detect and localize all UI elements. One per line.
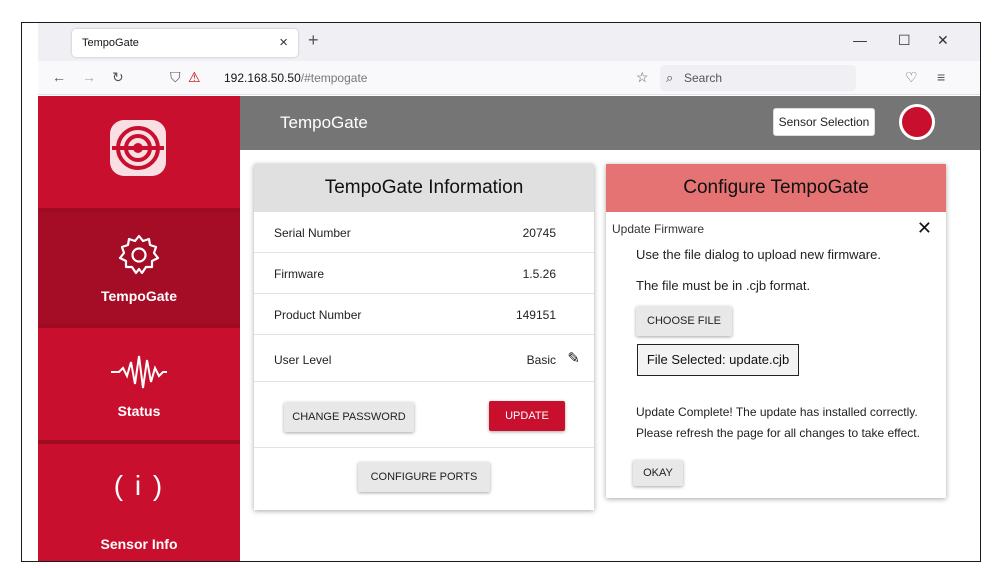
sidebar-item-label: Status — [117, 403, 161, 419]
info-key: Firmware — [274, 267, 324, 281]
logo-icon — [110, 120, 166, 176]
info-row: Product Number 149151 — [254, 294, 594, 335]
refresh-message: Please refresh the page for all changes … — [636, 426, 920, 440]
config-card-title: Configure TempoGate — [606, 164, 946, 212]
section-title: Update Firmware — [612, 222, 705, 236]
change-password-button[interactable]: CHANGE PASSWORD — [284, 402, 414, 432]
forward-icon[interactable]: → — [82, 69, 96, 85]
nav-bar: ← → ↻ ⛉ ⚠ 192.168.50.50/#tempogate ☆ ⌕ S… — [38, 61, 980, 95]
sidebar-item-sensor-info[interactable]: ( i ) Sensor Info — [38, 444, 240, 561]
info-key: Serial Number — [274, 226, 351, 240]
okay-button[interactable]: OKAY — [633, 460, 683, 486]
choose-file-button[interactable]: CHOOSE FILE — [636, 306, 732, 336]
search-icon: ⌕ — [666, 70, 674, 85]
close-icon[interactable]: ✕ — [917, 218, 932, 239]
edit-pencil-icon[interactable]: ✎ — [567, 349, 580, 367]
configure-ports-button[interactable]: CONFIGURE PORTS — [358, 462, 490, 492]
info-key: Product Number — [274, 308, 362, 322]
sensor-selection-button[interactable]: Sensor Selection — [773, 108, 875, 136]
info-row: User Level Basic ✎ — [254, 335, 594, 382]
info-value: 20745 — [522, 226, 556, 240]
minimize-icon[interactable]: — — [853, 32, 867, 48]
browser-tab[interactable]: TempoGate × — [72, 29, 298, 57]
search-input[interactable]: ⌕ Search — [660, 65, 856, 91]
url-path: /#tempogate — [300, 71, 368, 85]
info-row: Firmware 1.5.26 — [254, 253, 594, 294]
sidebar-item-label: TempoGate — [101, 288, 177, 304]
tab-bar: TempoGate × + — ☐ ✕ — [38, 23, 980, 61]
search-placeholder: Search — [684, 71, 723, 85]
insecure-lock-icon[interactable]: ⚠ — [188, 69, 201, 86]
info-icon: ( i ) — [113, 470, 165, 501]
close-tab-icon[interactable]: × — [279, 34, 288, 51]
info-row: Serial Number 20745 — [254, 212, 594, 253]
page-title: TempoGate — [280, 113, 368, 132]
waveform-icon — [111, 355, 167, 389]
maximize-icon[interactable]: ☐ — [898, 32, 911, 49]
close-window-icon[interactable]: ✕ — [937, 32, 949, 49]
sidebar-item-label: Sensor Info — [100, 536, 178, 552]
app-area: TempoGate Status ( i ) Sensor Info Tempo… — [38, 96, 980, 561]
status-indicator[interactable] — [899, 104, 935, 140]
sidebar-item-logo[interactable] — [38, 96, 240, 208]
sidebar-item-tempogate[interactable]: TempoGate — [38, 212, 240, 324]
info-card-title: TempoGate Information — [254, 164, 594, 212]
complete-message: Update Complete! The update has installe… — [636, 405, 918, 419]
format-note: The file must be in .cjb format. — [636, 278, 811, 293]
reload-icon[interactable]: ↻ — [112, 69, 124, 86]
app-header: TempoGate Sensor Selection — [240, 96, 980, 150]
info-value: 1.5.26 — [522, 267, 556, 281]
new-tab-icon[interactable]: + — [308, 30, 319, 51]
info-value: 149151 — [515, 308, 556, 322]
url-host: 192.168.50.50 — [224, 71, 301, 85]
divider — [254, 447, 594, 448]
back-icon[interactable]: ← — [52, 69, 66, 85]
file-selected-label: File Selected: update.cjb — [637, 344, 799, 376]
sidebar-item-status[interactable]: Status — [38, 328, 240, 440]
gear-icon — [118, 234, 160, 275]
bookmark-star-icon[interactable]: ☆ — [636, 69, 649, 86]
url-bar[interactable]: 192.168.50.50/#tempogate — [224, 71, 367, 85]
shield-icon[interactable]: ⛉ — [170, 69, 181, 86]
instruction-text: Use the file dialog to upload new firmwa… — [636, 247, 881, 262]
info-card: TempoGate Information Serial Number 2074… — [254, 164, 594, 510]
info-value: Basic — [526, 353, 556, 367]
config-card: Configure TempoGate Update Firmware ✕ Us… — [606, 164, 946, 498]
sidebar: TempoGate Status ( i ) Sensor Info — [38, 96, 240, 561]
browser-window: TempoGate × + — ☐ ✕ ← → ↻ ⛉ ⚠ 192.168.50… — [21, 22, 981, 562]
menu-icon[interactable]: ≡ — [937, 69, 945, 85]
pocket-icon[interactable]: ♡ — [905, 69, 918, 86]
info-key: User Level — [274, 353, 332, 367]
update-button[interactable]: UPDATE — [489, 401, 565, 431]
tab-title: TempoGate — [82, 37, 139, 49]
